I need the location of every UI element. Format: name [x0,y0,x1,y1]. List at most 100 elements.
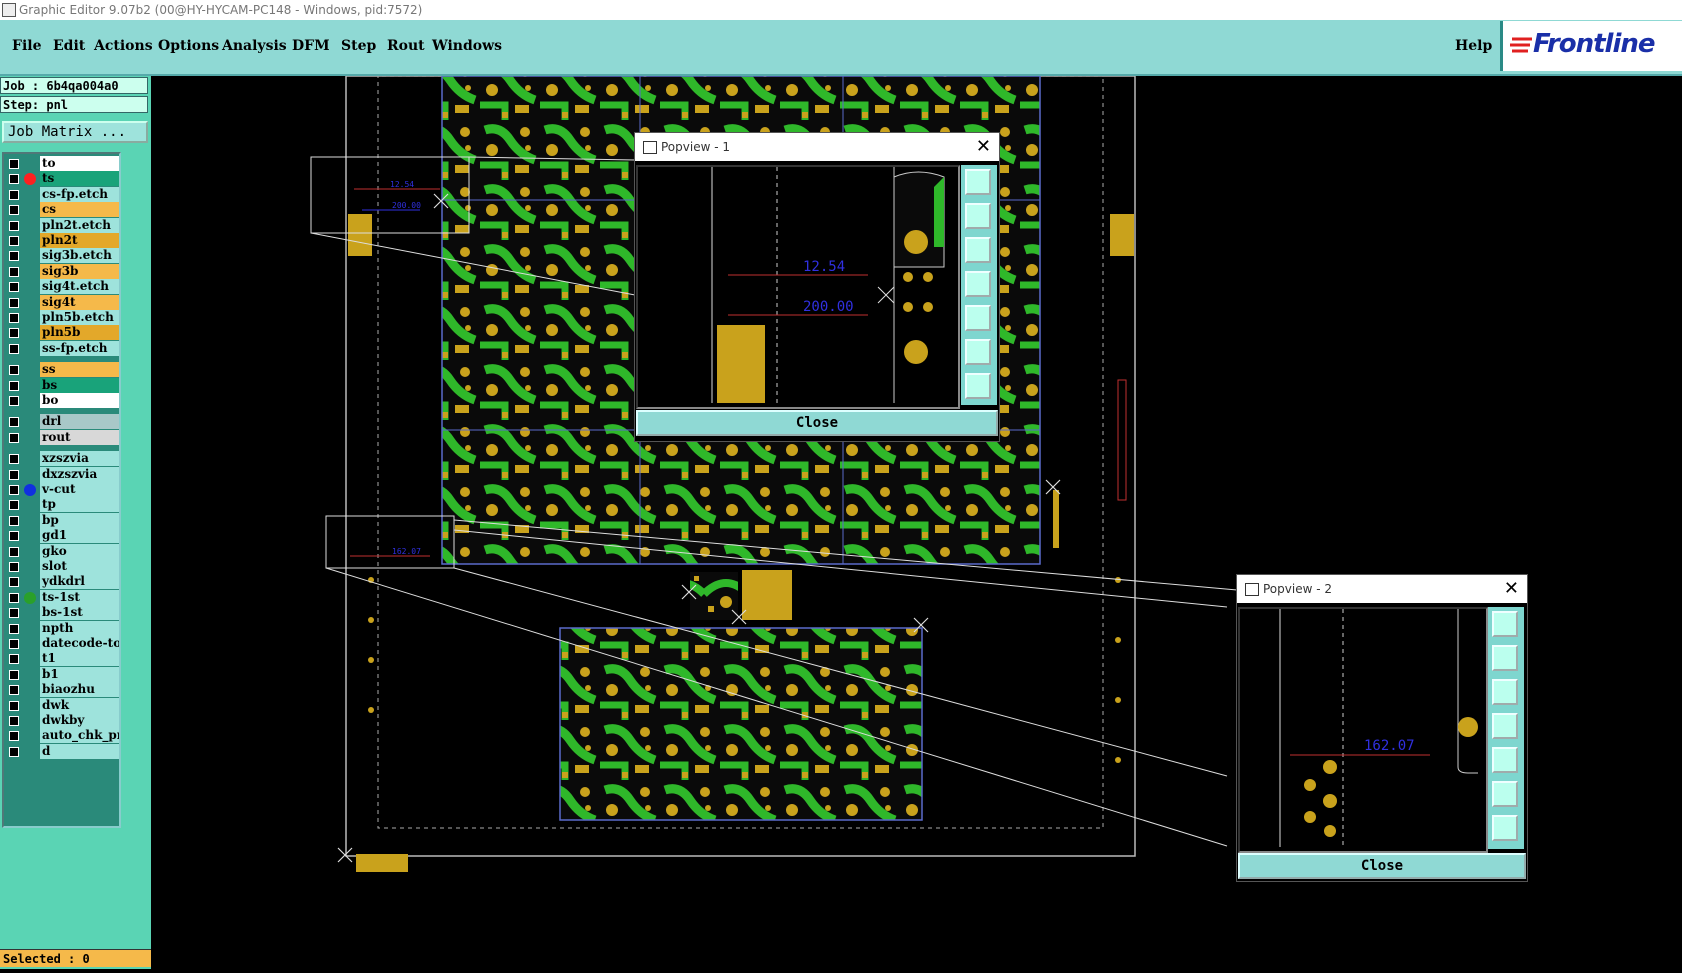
layer-row-ts[interactable]: ts [6,171,119,187]
layer-checkbox[interactable] [9,236,19,246]
layer-name[interactable]: cs [40,202,119,218]
layer-checkbox[interactable] [9,746,19,757]
layer-row-xzszvia[interactable]: xzszvia [6,451,119,467]
layer-row-sig3b-etch[interactable]: sig3b.etch [6,248,119,264]
layer-name[interactable]: t1 [40,651,119,667]
layer-name[interactable]: ts-1st [40,589,119,605]
layer-row-biaozhu[interactable]: biaozhu [6,682,119,698]
layer-checkbox[interactable] [9,266,19,277]
layer-checkbox[interactable] [9,454,19,465]
menu-edit[interactable]: Edit [53,38,85,54]
layer-checkbox[interactable] [9,669,19,680]
layer-row-slot[interactable]: slot [6,559,119,574]
layer-row-bo[interactable]: bo [6,393,119,408]
menu-dfm[interactable]: DFM [292,38,330,54]
menu-step[interactable]: Step [341,38,376,54]
layer-name[interactable]: pln5b [40,325,119,341]
close-icon[interactable]: ✕ [1504,575,1519,603]
layer-row-auto-chk-pn[interactable]: auto_chk_pn [6,728,119,744]
layer-name[interactable]: v-cut [40,482,119,497]
layer-name[interactable]: bp [40,512,119,528]
pan-right-icon[interactable] [965,305,991,331]
zoom-out-icon[interactable] [1492,781,1518,807]
layer-row-pln5b[interactable]: pln5b [6,325,119,341]
pan-left-icon[interactable] [1492,713,1518,739]
layer-row-gko[interactable]: gko [6,543,119,559]
layer-row-t1[interactable]: t1 [6,651,119,667]
layer-checkbox[interactable] [9,396,19,406]
layer-row-ss-fp-etch[interactable]: ss-fp.etch [6,340,119,356]
zoom-home-icon[interactable] [965,169,991,195]
layer-row-to[interactable]: to [6,156,119,171]
layer-name[interactable]: pln2t.etch [40,217,119,233]
layer-name[interactable]: d [40,743,119,759]
zoom-out-icon[interactable] [965,339,991,365]
layer-name[interactable]: pln5b.etch [40,310,119,325]
popview-2-viewport[interactable]: 162.07 [1238,607,1488,853]
layer-checkbox[interactable] [9,297,19,308]
layer-checkbox[interactable] [9,500,19,511]
layer-row-drl[interactable]: drl [6,414,119,430]
layer-row-bs-1st[interactable]: bs-1st [6,605,119,621]
zoom-home-icon[interactable] [1492,611,1518,637]
layer-row-sig4t-etch[interactable]: sig4t.etch [6,279,119,295]
layer-row-dwkby[interactable]: dwkby [6,713,119,728]
layer-name[interactable]: cs-fp.etch [40,186,119,202]
layer-row-v-cut[interactable]: v-cut [6,482,119,497]
popview-1-viewport[interactable]: 12.54 200.00 [636,165,960,409]
layer-checkbox[interactable] [9,608,19,619]
layer-row-pln5b-etch[interactable]: pln5b.etch [6,310,119,325]
layer-row-bp[interactable]: bp [6,512,119,528]
layer-name[interactable]: gko [40,543,119,559]
menu-help[interactable]: Help [1455,38,1492,54]
layer-row-ydkdrl[interactable]: ydkdrl [6,574,119,590]
layer-row-cs[interactable]: cs [6,202,119,218]
layer-checkbox[interactable] [9,282,19,293]
layer-checkbox[interactable] [9,623,19,634]
layer-name[interactable]: bs [40,377,119,393]
layer-checkbox[interactable] [9,313,19,323]
layer-checkbox[interactable] [9,562,19,572]
layer-checkbox[interactable] [9,469,19,480]
layer-name[interactable]: dwk [40,697,119,713]
layer-name[interactable]: drl [40,414,119,430]
layer-row-dwk[interactable]: dwk [6,697,119,713]
layer-name[interactable]: ydkdrl [40,574,119,590]
layer-checkbox[interactable] [9,485,19,495]
zoom-in-icon[interactable] [1492,815,1518,841]
layer-name[interactable]: biaozhu [40,682,119,698]
layer-name[interactable]: npth [40,620,119,636]
layer-checkbox[interactable] [9,654,19,665]
layer-row-gd1[interactable]: gd1 [6,528,119,544]
layer-name[interactable]: b1 [40,666,119,682]
layer-name[interactable]: slot [40,559,119,574]
layer-name[interactable]: ts [40,171,119,187]
popview-2-titlebar[interactable]: Popview - 2 ✕ [1237,575,1527,603]
pan-down-icon[interactable] [965,237,991,263]
menu-rout[interactable]: Rout [387,38,425,54]
menu-options[interactable]: Options [158,38,219,54]
layer-name[interactable]: auto_chk_pn [40,728,119,744]
layer-checkbox[interactable] [9,700,19,711]
layer-row-ss[interactable]: ss [6,362,119,378]
popview-2-close-button[interactable]: Close [1238,853,1526,879]
layer-row-pln2t[interactable]: pln2t [6,233,119,248]
layer-checkbox[interactable] [9,159,19,169]
layer-row-ts-1st[interactable]: ts-1st [6,589,119,605]
layer-checkbox[interactable] [9,343,19,354]
layer-name[interactable]: datecode-to [40,636,119,651]
layer-checkbox[interactable] [9,251,19,262]
layer-checkbox[interactable] [9,189,19,200]
layer-name[interactable]: sig4t [40,294,119,310]
layer-checkbox[interactable] [9,731,19,742]
layer-checkbox[interactable] [9,432,19,443]
layer-name[interactable]: gd1 [40,528,119,544]
pan-up-icon[interactable] [1492,645,1518,671]
layer-name[interactable]: bo [40,393,119,408]
layer-checkbox[interactable] [9,685,19,696]
layer-name[interactable]: pln2t [40,233,119,248]
layer-checkbox[interactable] [9,639,19,649]
layer-row-dxzszvia[interactable]: dxzszvia [6,466,119,482]
layer-checkbox[interactable] [9,417,19,428]
layer-checkbox[interactable] [9,365,19,376]
